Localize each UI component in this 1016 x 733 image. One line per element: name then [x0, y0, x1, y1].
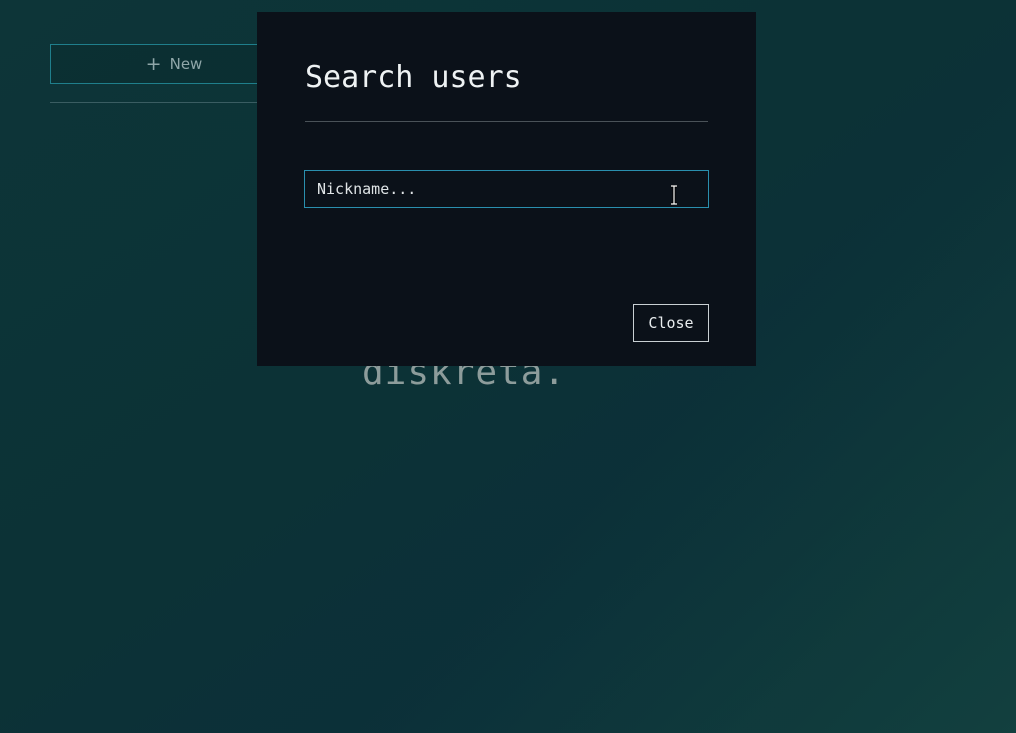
nickname-search-input[interactable]	[304, 170, 709, 208]
search-users-modal: Search users Close	[257, 12, 756, 366]
new-button-label: New	[169, 55, 203, 73]
close-button[interactable]: Close	[633, 304, 709, 342]
plus-icon: +	[145, 52, 162, 75]
text-cursor-icon	[671, 185, 677, 205]
modal-title: Search users	[305, 60, 522, 95]
modal-divider	[305, 121, 708, 122]
